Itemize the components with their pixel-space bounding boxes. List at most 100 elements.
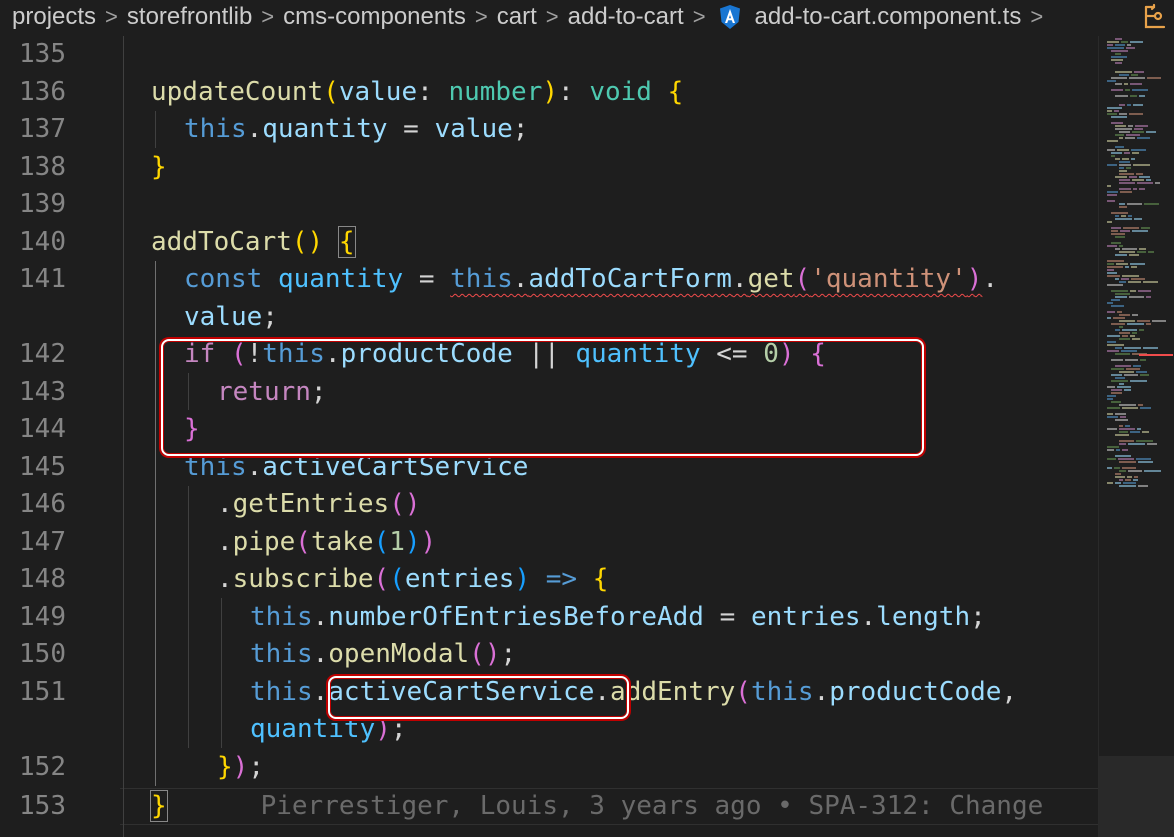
minimap-code-mark bbox=[1111, 227, 1121, 229]
code-editor[interactable]: updateCount(value: number): void { this.… bbox=[120, 36, 1098, 837]
line-number: 137 bbox=[19, 114, 66, 144]
breadcrumb-item-cms-components[interactable]: cms-components bbox=[283, 0, 466, 34]
minimap-code-mark bbox=[1120, 191, 1132, 193]
minimap-code-mark bbox=[1116, 263, 1128, 265]
minimap-code-mark bbox=[1111, 242, 1121, 244]
minimap-code-mark bbox=[1124, 152, 1130, 154]
minimap-code-mark bbox=[1146, 296, 1151, 298]
line-number: 150 bbox=[19, 639, 66, 669]
code-line: }); bbox=[217, 751, 264, 782]
minimap-code-mark bbox=[1107, 386, 1115, 388]
minimap-code-mark bbox=[1111, 305, 1124, 307]
split-editor-icon[interactable] bbox=[1140, 2, 1170, 32]
breadcrumb-file-name[interactable]: add-to-cart.component.ts bbox=[755, 0, 1022, 34]
minimap-code-mark bbox=[1116, 449, 1120, 451]
minimap-code-mark bbox=[1107, 449, 1114, 451]
minimap-code-mark bbox=[1143, 347, 1158, 349]
minimap-code-mark bbox=[1148, 251, 1154, 253]
property-name: productCode bbox=[829, 676, 1002, 707]
minimap-code-mark bbox=[1119, 203, 1125, 205]
minimap-code-mark bbox=[1129, 254, 1139, 256]
minimap-code-mark bbox=[1128, 281, 1141, 283]
minimap-code-mark bbox=[1137, 182, 1153, 184]
minimap-code-mark bbox=[1115, 413, 1126, 415]
minimap-code-mark bbox=[1122, 407, 1138, 409]
minimap[interactable] bbox=[1098, 36, 1174, 837]
minimap-code-mark bbox=[1122, 467, 1136, 469]
minimap-code-mark bbox=[1119, 245, 1123, 247]
variable-name: entries bbox=[750, 601, 861, 632]
this-keyword: this bbox=[750, 676, 814, 707]
minimap-code-mark bbox=[1111, 152, 1122, 154]
minimap-code-mark bbox=[1115, 353, 1130, 355]
code-line: const quantity = this.addToCartForm.get(… bbox=[184, 264, 999, 294]
minimap-code-mark bbox=[1138, 461, 1153, 463]
minimap-code-mark bbox=[1131, 74, 1138, 76]
minimap-code-mark bbox=[1139, 188, 1145, 190]
property-name: addToCartForm bbox=[528, 264, 732, 294]
minimap-error-marker bbox=[1139, 354, 1173, 356]
chevron-right-icon: > bbox=[1030, 4, 1044, 29]
minimap-code-mark bbox=[1132, 332, 1137, 334]
minimap-code-mark bbox=[1115, 215, 1119, 217]
minimap-code-mark bbox=[1107, 47, 1124, 49]
line-number: 148 bbox=[19, 564, 66, 594]
minimap-code-mark bbox=[1115, 455, 1131, 457]
line-number: 152 bbox=[19, 751, 66, 782]
minimap-code-mark bbox=[1136, 440, 1153, 442]
minimap-code-mark bbox=[1107, 407, 1120, 409]
minimap-code-mark bbox=[1127, 323, 1144, 325]
minimap-slider[interactable] bbox=[1099, 756, 1174, 837]
minimap-code-mark bbox=[1119, 314, 1130, 316]
minimap-code-mark bbox=[1107, 41, 1119, 43]
minimap-code-mark bbox=[1111, 380, 1128, 382]
breadcrumb-item-add-to-cart[interactable]: add-to-cart bbox=[568, 0, 684, 34]
minimap-code-mark bbox=[1115, 296, 1127, 298]
highlight-box-active-cart-service bbox=[328, 676, 629, 719]
return-type: void bbox=[589, 76, 652, 107]
git-blame-annotation[interactable]: Pierrestiger, Louis, 3 years ago • SPA-3… bbox=[261, 791, 1044, 821]
minimap-code-mark bbox=[1115, 53, 1121, 55]
number-literal: 1 bbox=[389, 526, 405, 557]
minimap-code-mark bbox=[1115, 146, 1124, 148]
breadcrumb-item-projects[interactable]: projects bbox=[12, 0, 96, 34]
minimap-code-mark bbox=[1119, 326, 1123, 328]
minimap-code-mark bbox=[1107, 221, 1112, 223]
minimap-code-mark bbox=[1136, 173, 1143, 175]
minimap-code-mark bbox=[1111, 77, 1127, 79]
minimap-code-mark bbox=[1133, 104, 1143, 106]
this-keyword: this bbox=[184, 451, 247, 482]
minimap-code-mark bbox=[1117, 311, 1122, 313]
minimap-code-mark bbox=[1111, 56, 1127, 58]
minimap-code-mark bbox=[1107, 266, 1123, 268]
minimap-code-mark bbox=[1107, 284, 1123, 286]
minimap-code-mark bbox=[1139, 248, 1146, 250]
minimap-code-mark bbox=[1119, 206, 1127, 208]
code-line: } Pierrestiger, Louis, 3 years ago • SPA… bbox=[150, 790, 1044, 822]
minimap-code-mark bbox=[1119, 182, 1135, 184]
minimap-code-mark bbox=[1130, 290, 1136, 292]
minimap-code-mark bbox=[1115, 236, 1125, 238]
minimap-code-mark bbox=[1115, 278, 1119, 280]
minimap-code-mark bbox=[1115, 128, 1132, 130]
minimap-code-mark bbox=[1107, 269, 1114, 271]
minimap-code-mark bbox=[1128, 215, 1132, 217]
minimap-code-mark bbox=[1119, 383, 1124, 385]
breadcrumb-item-cart[interactable]: cart bbox=[497, 0, 537, 34]
minimap-code-mark bbox=[1119, 425, 1123, 427]
minimap-code-mark bbox=[1119, 281, 1126, 283]
minimap-code-mark bbox=[1119, 137, 1123, 139]
minimap-code-mark bbox=[1119, 113, 1127, 115]
breadcrumb-item-storefrontlib[interactable]: storefrontlib bbox=[127, 0, 252, 34]
line-number: 153 bbox=[19, 791, 66, 821]
minimap-code-mark bbox=[1119, 173, 1134, 175]
minimap-code-mark bbox=[1130, 263, 1145, 265]
minimap-code-mark bbox=[1107, 317, 1111, 319]
code-line: updateCount(value: number): void { bbox=[151, 76, 684, 107]
minimap-code-mark bbox=[1124, 389, 1131, 391]
minimap-code-mark bbox=[1107, 191, 1118, 193]
minimap-code-mark bbox=[1107, 44, 1113, 46]
code-line: this.openModal(); bbox=[250, 639, 517, 669]
minimap-code-mark bbox=[1107, 275, 1120, 277]
property-name: activeCartService bbox=[262, 451, 529, 482]
